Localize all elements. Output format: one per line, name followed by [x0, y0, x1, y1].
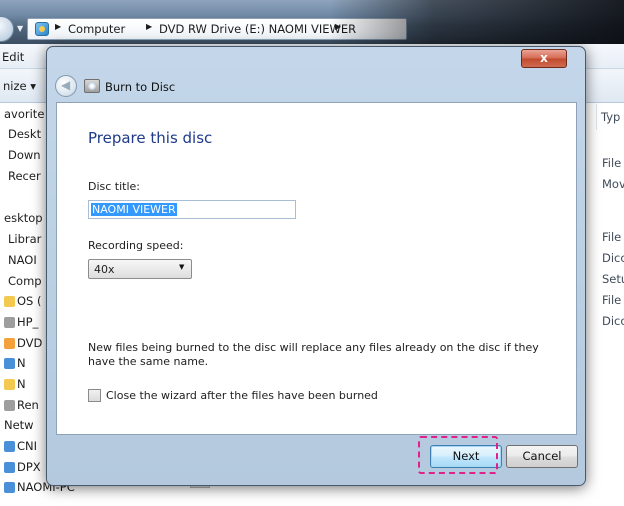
- file-type-cell[interactable]: File: [602, 230, 621, 244]
- column-header-type[interactable]: Typ: [596, 104, 624, 130]
- file-type-cell[interactable]: Setu: [602, 272, 624, 286]
- nav-item-icon: [4, 338, 15, 349]
- nav-item[interactable]: N: [17, 377, 26, 391]
- recording-speed-value: 40x: [94, 263, 115, 276]
- nav-item[interactable]: DPX: [17, 460, 41, 474]
- nav-item[interactable]: Down: [8, 148, 41, 162]
- recent-pages-chevron-icon[interactable]: ▼: [17, 24, 23, 33]
- nav-item[interactable]: CNI: [17, 439, 37, 453]
- nav-item-icon: [4, 296, 15, 307]
- back-arrow-icon: ◀: [61, 78, 71, 92]
- file-type-cell[interactable]: File: [602, 293, 621, 307]
- file-type-cell[interactable]: Mov: [602, 177, 624, 191]
- disc-title-label: Disc title:: [88, 180, 141, 193]
- address-bar[interactable]: ▶ Computer ▶ DVD RW Drive (E:) NAOMI VIE…: [27, 18, 407, 40]
- file-type-cell[interactable]: File: [602, 156, 621, 170]
- recording-speed-select[interactable]: 40x ▼: [88, 259, 192, 279]
- file-type-cell[interactable]: Dicc: [602, 251, 624, 265]
- dropdown-arrow-icon: ▼: [179, 263, 185, 271]
- close-wizard-checkbox[interactable]: [88, 389, 101, 402]
- recording-speed-label: Recording speed:: [88, 239, 184, 252]
- nav-item[interactable]: NAOI: [8, 253, 37, 267]
- burn-to-disc-dialog: x ◀ Burn to Disc Prepare this disc Disc …: [46, 46, 586, 486]
- breadcrumb-arrow-icon[interactable]: ▶: [335, 22, 341, 31]
- nav-item-icon: [4, 379, 15, 390]
- breadcrumb-arrow-icon[interactable]: ▶: [146, 22, 152, 31]
- nav-item[interactable]: Librar: [8, 232, 41, 246]
- close-wizard-label[interactable]: Close the wizard after the files have be…: [106, 389, 378, 402]
- explorer-titlebar: ▼ ▶ Computer ▶ DVD RW Drive (E:) NAOMI V…: [0, 0, 624, 44]
- nav-item[interactable]: esktop: [4, 211, 43, 225]
- nav-item[interactable]: Recer: [8, 169, 41, 183]
- user-folder-icon: [35, 22, 49, 36]
- breadcrumb-dvd-drive[interactable]: DVD RW Drive (E:) NAOMI VIEWER: [159, 22, 356, 36]
- nav-item-icon: [4, 482, 15, 493]
- nav-item[interactable]: Deskt: [8, 127, 41, 141]
- dialog-title: Burn to Disc: [105, 80, 176, 94]
- nav-item[interactable]: DVD: [17, 336, 42, 350]
- wizard-content: Prepare this disc Disc title: NAOMI VIEW…: [56, 102, 577, 435]
- menu-edit[interactable]: Edit: [2, 50, 24, 64]
- cancel-button[interactable]: Cancel: [506, 445, 578, 468]
- nav-item-icon: [4, 317, 15, 328]
- replace-files-note: New files being burned to the disc will …: [88, 341, 539, 368]
- wizard-footer: Next Cancel: [56, 435, 578, 481]
- nav-item[interactable]: N: [17, 356, 26, 370]
- next-button-highlight: [418, 436, 498, 474]
- breadcrumb-computer[interactable]: Computer: [68, 22, 125, 36]
- nav-item[interactable]: OS (: [17, 294, 42, 308]
- disc-title-input[interactable]: NAOMI VIEWER: [88, 200, 296, 219]
- nav-item[interactable]: HP_: [17, 315, 38, 329]
- nav-item-icon: [4, 441, 15, 452]
- nav-item-icon: [4, 462, 15, 473]
- nav-item-icon: [4, 400, 15, 411]
- organize-button[interactable]: nize ▾: [3, 79, 36, 93]
- nav-item[interactable]: Ren: [17, 398, 39, 412]
- nav-item-icon: [4, 358, 15, 369]
- explorer-back-button[interactable]: [0, 16, 14, 42]
- page-heading: Prepare this disc: [88, 129, 213, 147]
- nav-item[interactable]: Netw: [4, 418, 34, 432]
- breadcrumb-arrow-icon[interactable]: ▶: [55, 22, 61, 31]
- file-type-cell[interactable]: Dicc: [602, 314, 624, 328]
- nav-item[interactable]: avorite: [4, 107, 44, 121]
- nav-item[interactable]: Comp: [8, 274, 42, 288]
- back-button[interactable]: ◀: [55, 75, 77, 97]
- disc-title-value: NAOMI VIEWER: [91, 203, 177, 216]
- burn-disc-icon: [84, 79, 100, 93]
- close-button[interactable]: x: [521, 49, 567, 68]
